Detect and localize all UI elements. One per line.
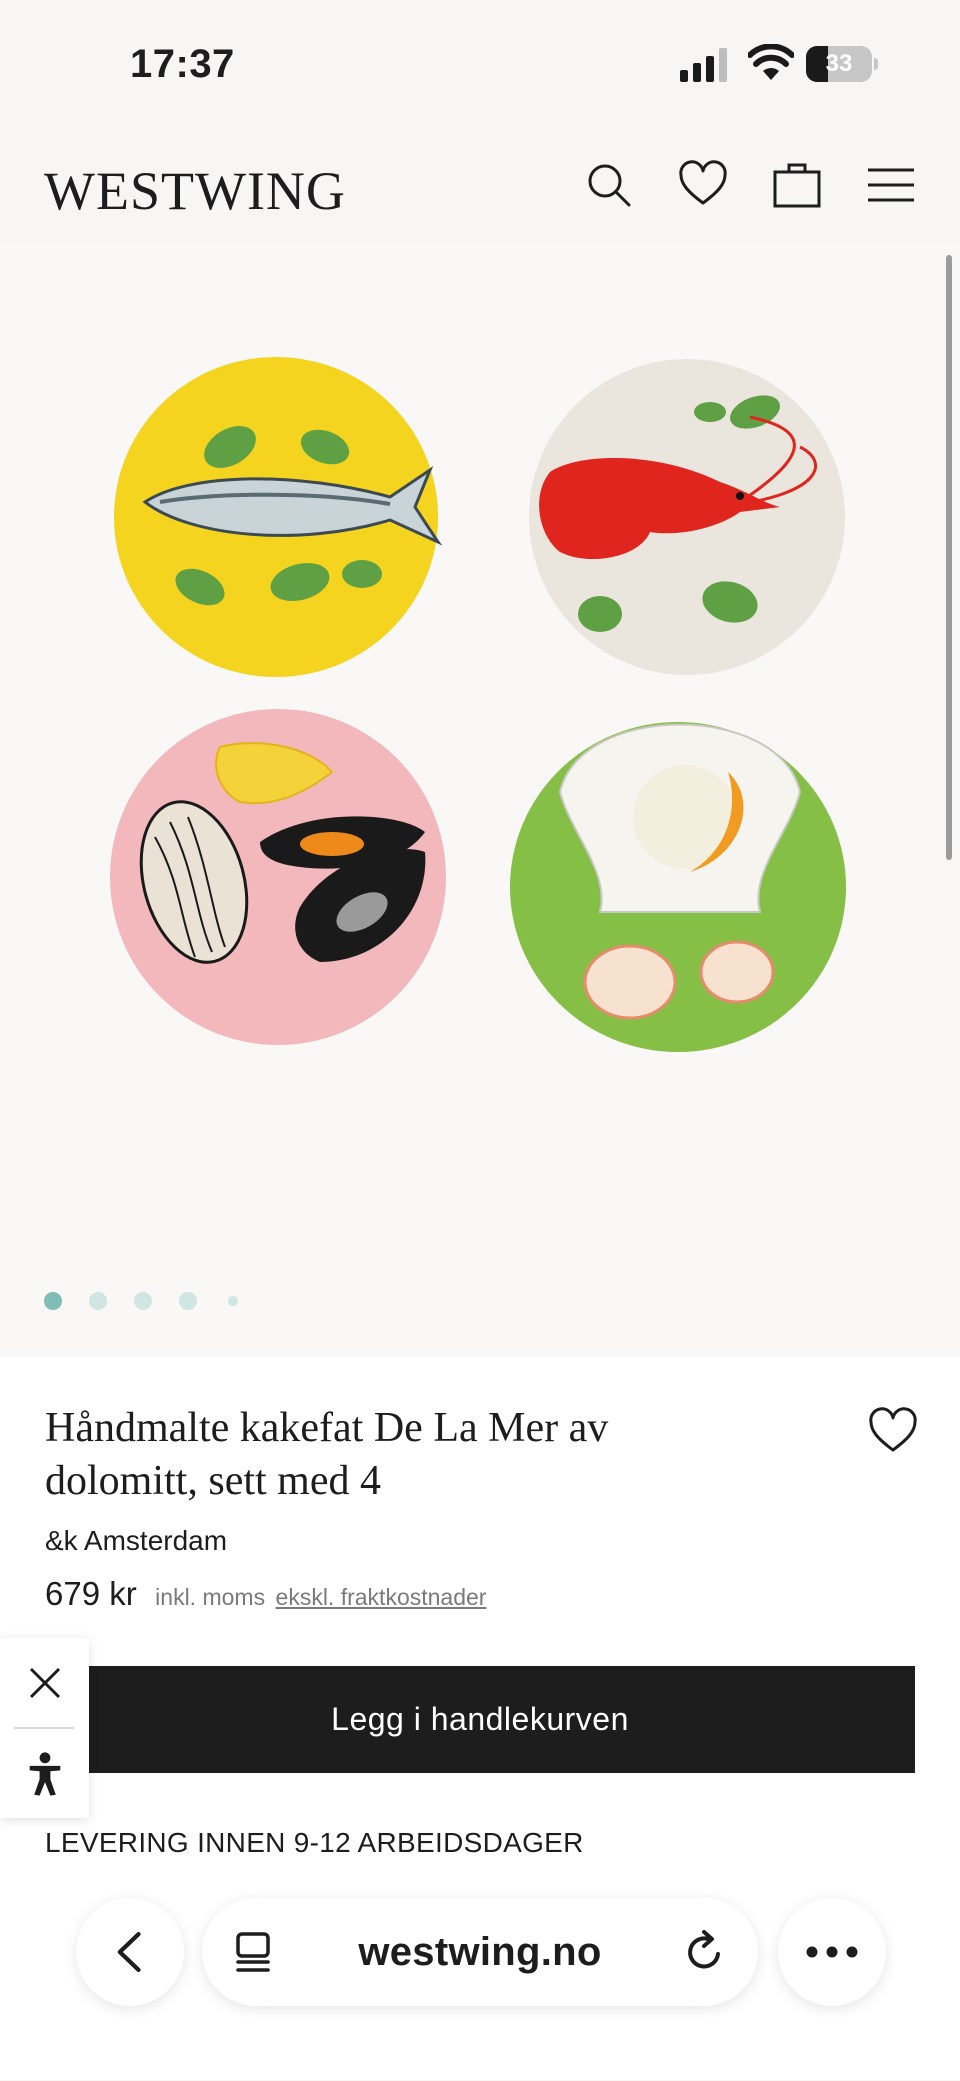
address-bar[interactable]: westwing.no [202,1898,758,2006]
price-row: 679 kr inkl. moms ekskl. fraktkostnader [45,1575,486,1613]
bag-icon[interactable] [772,160,822,210]
slide-dot[interactable] [228,1296,238,1306]
product-gallery[interactable] [0,242,960,1357]
add-to-cart-button[interactable]: Legg i handlekurven [45,1666,915,1773]
accessibility-icon[interactable] [0,1729,89,1818]
heart-icon[interactable] [678,160,728,210]
slide-dot[interactable] [44,1292,62,1310]
product-title-line-1: Håndmalte kakefat De La Mer av [45,1405,609,1451]
slide-dot[interactable] [134,1292,152,1310]
scrollbar[interactable] [946,255,952,860]
shipping-link[interactable]: ekskl. fraktkostnader [276,1584,487,1610]
battery-icon: 33 [806,46,878,82]
site-header: WESTWING [0,130,960,242]
brand-name[interactable]: &k Amsterdam [45,1525,227,1557]
reload-icon[interactable] [680,1928,728,1976]
scallop-plate [510,722,846,1052]
tabs-icon[interactable] [232,1930,276,1974]
sardine-plate [114,357,443,677]
product-title: Håndmalte kakefat De La Mer av dolomitt,… [45,1402,745,1508]
search-icon[interactable] [584,160,634,210]
price: 679 kr [45,1575,137,1612]
url-text[interactable]: westwing.no [358,1930,601,1975]
browser-toolbar: westwing.no [0,1880,960,2081]
menu-icon[interactable] [866,160,916,210]
wifi-icon [747,43,795,82]
wishlist-heart-icon[interactable] [868,1407,918,1453]
product-image[interactable] [100,352,860,1092]
back-button[interactable] [76,1898,184,2006]
cellular-signal-icon [680,48,730,82]
accessibility-widget [0,1638,89,1818]
westwing-logo[interactable]: WESTWING [44,160,346,222]
status-time: 17:37 [130,42,235,86]
more-button[interactable] [778,1898,886,2006]
vat-note: inkl. moms [155,1584,266,1610]
close-icon[interactable] [0,1638,89,1727]
more-icon [806,1946,858,1958]
back-chevron-icon [117,1932,141,1972]
status-bar: 17:37 33 [0,0,960,130]
product-title-line-2: dolomitt, sett med 4 [45,1458,381,1504]
slide-dot[interactable] [89,1292,107,1310]
slide-dot[interactable] [179,1292,197,1310]
shrimp-plate [529,359,845,675]
delivery-info: LEVERING INNEN 9-12 ARBEIDSDAGER [45,1827,584,1858]
mussel-plate [110,709,446,1045]
battery-level: 33 [825,50,853,77]
